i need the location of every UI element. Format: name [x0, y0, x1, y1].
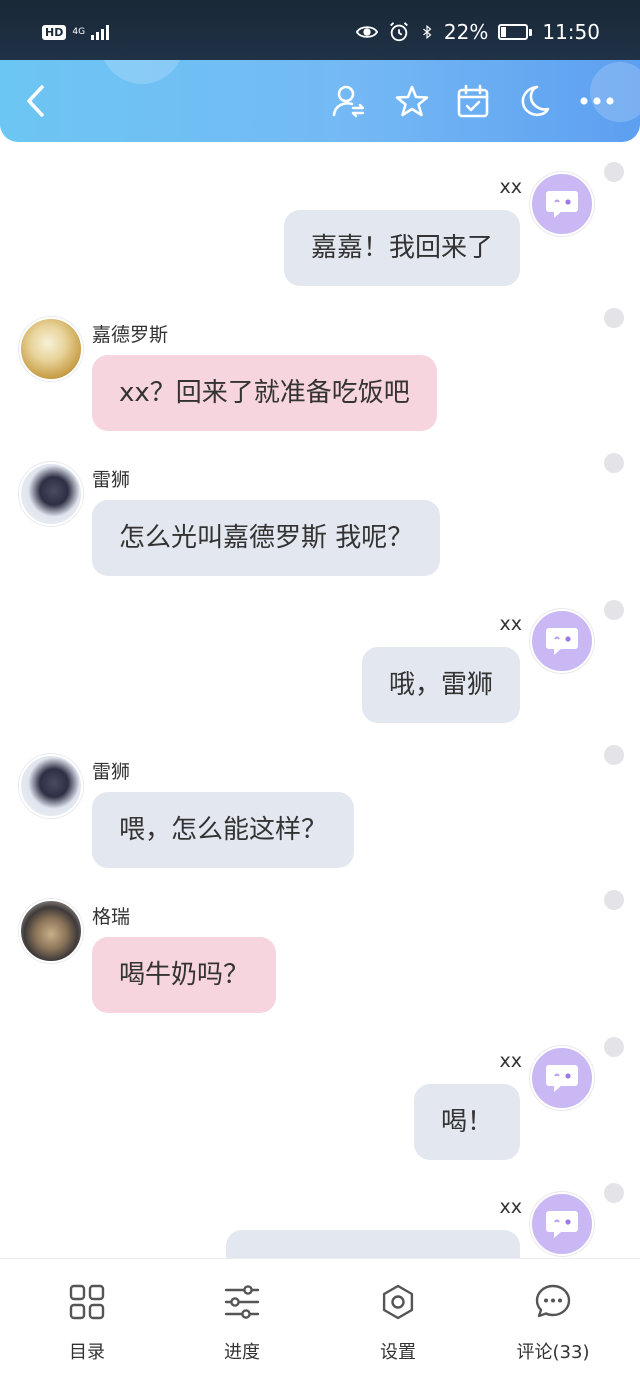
status-dot	[604, 1037, 624, 1057]
back-arrow-icon	[27, 85, 44, 117]
more-button[interactable]	[574, 78, 620, 124]
avatar-leishi[interactable]	[19, 462, 83, 526]
sender-name: 雷狮	[92, 469, 131, 491]
switch-user-button[interactable]	[326, 78, 372, 124]
hd-badge: HD	[42, 24, 67, 40]
status-dot	[604, 890, 624, 910]
sender-name: 格瑞	[92, 906, 131, 928]
reader-header	[0, 60, 640, 142]
nav-label: 评论(33)	[516, 1342, 590, 1363]
chat-area[interactable]: xx 嘉嘉！我回来了 嘉德罗斯 xx？回来了就准备吃饭吧 雷狮 怎么光叫嘉德罗斯…	[0, 142, 640, 1258]
message-bubble[interactable]: 喝牛奶吗？	[92, 937, 277, 1013]
sender-name: 嘉德罗斯	[92, 324, 169, 346]
comment-icon	[535, 1284, 571, 1318]
avatar-leishi[interactable]	[19, 754, 83, 818]
calendar-check-icon	[457, 84, 489, 118]
network-type: 4G	[72, 26, 86, 37]
battery-percent: 22%	[443, 20, 489, 44]
grid-icon	[69, 1284, 105, 1320]
nav-label: 进度	[224, 1342, 260, 1363]
my-avatar[interactable]	[530, 1046, 594, 1110]
message-bubble[interactable]: 哦，雷狮	[361, 647, 520, 723]
message-bubble[interactable]: xx？回来了就准备吃饭吧	[92, 355, 437, 431]
star-icon	[395, 85, 429, 117]
gear-icon	[382, 1284, 414, 1320]
avatar-jiadeluosi[interactable]	[19, 317, 83, 381]
status-dot	[604, 745, 624, 765]
back-button[interactable]	[12, 78, 58, 124]
status-right: 22% 11:50	[355, 20, 600, 44]
message-bubble[interactable]: 嘉嘉！我回来了	[283, 210, 520, 286]
nav-settings[interactable]: 设置	[318, 1259, 478, 1388]
clock: 11:50	[542, 20, 600, 44]
alarm-icon	[390, 22, 408, 42]
sender-name: 雷狮	[92, 761, 131, 783]
nav-label: 目录	[69, 1342, 105, 1363]
my-avatar[interactable]	[530, 1192, 594, 1256]
message-bubble[interactable]: 喂，怎么能这样？	[92, 792, 355, 868]
signal-group: HD 4G	[42, 24, 110, 40]
status-bar: HD 4G 22% 11:50	[0, 0, 640, 60]
message-bubble[interactable]: 喝！	[413, 1084, 520, 1160]
status-dot	[604, 308, 624, 328]
my-avatar[interactable]	[530, 172, 594, 236]
sender-name: xx	[499, 1050, 523, 1072]
decor-bubble	[100, 60, 184, 84]
sender-name: xx	[499, 1196, 523, 1218]
nav-catalog[interactable]: 目录	[7, 1259, 167, 1388]
chat-bubble-face-icon	[546, 1211, 578, 1238]
signal-icon	[91, 24, 110, 40]
night-mode-button[interactable]	[511, 78, 557, 124]
more-icon	[580, 97, 614, 105]
nav-progress[interactable]: 进度	[162, 1259, 322, 1388]
status-dot	[604, 162, 624, 182]
bluetooth-icon	[423, 24, 432, 40]
bottom-nav: 目录 进度 设置 评论(33)	[0, 1258, 640, 1388]
message-bubble[interactable]	[226, 1230, 520, 1258]
switch-user-icon	[332, 85, 365, 118]
favorite-button[interactable]	[389, 78, 435, 124]
battery-icon	[498, 24, 533, 40]
eye-icon	[355, 26, 378, 38]
avatar-gerui[interactable]	[19, 899, 83, 963]
sender-name: xx	[499, 613, 523, 635]
status-dot	[604, 453, 624, 473]
chat-bubble-face-icon	[546, 191, 578, 218]
my-avatar[interactable]	[530, 609, 594, 673]
status-dot	[604, 1183, 624, 1203]
check-in-button[interactable]	[450, 78, 496, 124]
chat-bubble-face-icon	[546, 628, 578, 655]
message-bubble[interactable]: 怎么光叫嘉德罗斯 我呢？	[92, 500, 441, 576]
status-dot	[604, 600, 624, 620]
nav-comments[interactable]: 评论(33)	[473, 1259, 633, 1388]
nav-label: 设置	[380, 1342, 416, 1363]
sender-name: xx	[499, 176, 523, 198]
sliders-icon	[224, 1285, 260, 1319]
moon-icon	[521, 85, 550, 117]
chat-bubble-face-icon	[546, 1065, 578, 1092]
